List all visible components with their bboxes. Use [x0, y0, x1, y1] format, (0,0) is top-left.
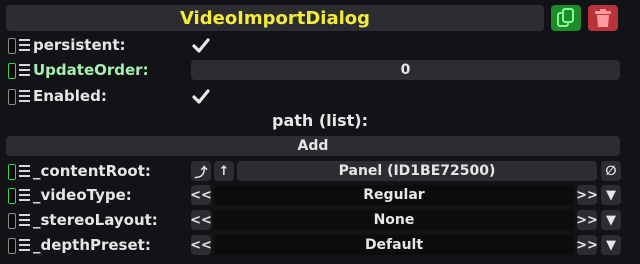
clear-reference-button[interactable]: ∅ [601, 161, 621, 181]
persistent-checkbox[interactable] [191, 36, 211, 56]
duplicate-button[interactable] [551, 5, 581, 31]
chevron-down-icon: ▼ [606, 187, 616, 203]
field-row-depth-preset: _depthPreset: << Default >> ▼ [0, 234, 640, 258]
update-order-input[interactable]: 0 [191, 60, 620, 80]
add-button-label: Add [297, 138, 329, 154]
drag-grip-icon[interactable] [19, 239, 30, 251]
previous-value-button[interactable]: << [190, 185, 212, 205]
next-icon: >> [576, 237, 598, 253]
duplicate-icon [557, 8, 574, 27]
field-label: _contentRoot: [33, 162, 151, 180]
trash-icon [595, 9, 611, 27]
next-icon: >> [576, 212, 598, 228]
prev-icon: << [190, 212, 212, 228]
video-type-value: Regular [363, 187, 425, 203]
field-label: _depthPreset: [33, 236, 151, 254]
content-root-reference-field[interactable]: Panel (ID1BE72500) [237, 161, 597, 181]
arrow-up-icon: ↑ [218, 163, 230, 179]
stereo-layout-enum-field[interactable]: None [214, 210, 574, 230]
video-type-enum-field[interactable]: Regular [214, 185, 574, 205]
component-title-text: VideoImportDialog [179, 7, 371, 29]
reference-handle[interactable] [8, 238, 16, 254]
field-label: UpdateOrder: [33, 61, 149, 79]
previous-value-button[interactable]: << [190, 210, 212, 230]
dropdown-button[interactable]: ▼ [601, 185, 621, 205]
list-title: path (list): [271, 111, 369, 130]
next-value-button[interactable]: >> [576, 235, 598, 255]
reference-handle[interactable] [8, 188, 16, 204]
dropdown-button[interactable]: ▼ [601, 235, 621, 255]
reference-handle[interactable] [8, 213, 16, 229]
content-root-value: Panel (ID1BE72500) [338, 163, 496, 179]
prev-icon: << [190, 237, 212, 253]
field-label: Enabled: [33, 87, 107, 105]
field-row-video-type: _videoType: << Regular >> ▼ [0, 184, 640, 208]
drag-grip-icon[interactable] [19, 165, 30, 177]
drag-grip-icon[interactable] [19, 39, 30, 51]
reference-handle[interactable] [8, 38, 16, 54]
drag-grip-icon[interactable] [19, 214, 30, 226]
stereo-layout-value: None [373, 212, 415, 228]
enabled-checkbox[interactable] [191, 87, 211, 107]
field-row-update-order: UpdateOrder: 0 [0, 59, 640, 83]
jump-to-reference-button[interactable]: ⤴ [191, 161, 211, 181]
previous-value-button[interactable]: << [190, 235, 212, 255]
delete-button[interactable] [588, 5, 618, 31]
field-label: _stereoLayout: [33, 211, 158, 229]
reference-handle[interactable] [8, 164, 16, 180]
prev-icon: << [190, 187, 212, 203]
field-row-stereo-layout: _stereoLayout: << None >> ▼ [0, 209, 640, 233]
field-label: persistent: [33, 36, 126, 54]
dropdown-button[interactable]: ▼ [601, 210, 621, 230]
open-reference-button[interactable]: ↑ [214, 161, 234, 181]
field-row-enabled: Enabled: [0, 85, 640, 109]
drag-grip-icon[interactable] [19, 189, 30, 201]
add-button[interactable]: Add [6, 136, 620, 156]
field-row-persistent: persistent: [0, 34, 640, 58]
chevron-down-icon: ▼ [606, 237, 616, 253]
reference-handle[interactable] [8, 63, 16, 79]
drag-grip-icon[interactable] [19, 90, 30, 102]
field-row-content-root: _contentRoot: ⤴ ↑ Panel (ID1BE72500) ∅ [0, 160, 640, 184]
depth-preset-enum-field[interactable]: Default [214, 235, 574, 255]
reference-handle[interactable] [8, 89, 16, 105]
jump-icon: ⤴ [194, 165, 208, 181]
drag-grip-icon[interactable] [19, 64, 30, 76]
field-label: _videoType: [33, 186, 132, 204]
update-order-value: 0 [400, 62, 411, 78]
chevron-down-icon: ▼ [606, 212, 616, 228]
depth-preset-value: Default [364, 237, 424, 253]
next-value-button[interactable]: >> [576, 210, 598, 230]
component-title: VideoImportDialog [6, 5, 544, 31]
next-icon: >> [576, 187, 598, 203]
next-value-button[interactable]: >> [576, 185, 598, 205]
clear-icon: ∅ [605, 163, 617, 179]
